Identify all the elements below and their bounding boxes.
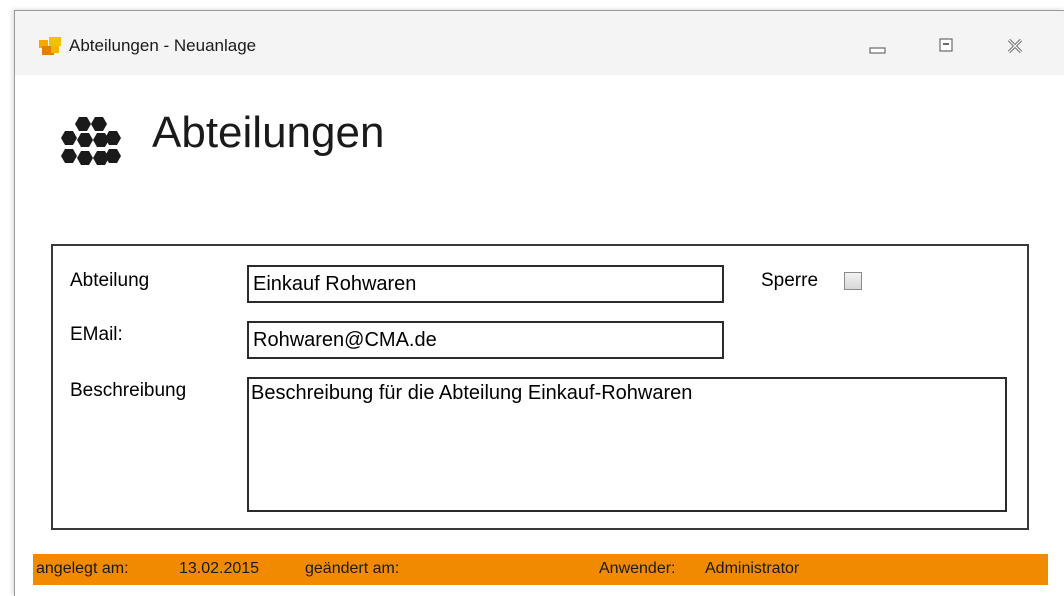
abteilung-label: Abteilung xyxy=(70,270,150,291)
abteilung-input[interactable] xyxy=(247,265,724,303)
page-title: Abteilungen xyxy=(152,108,385,157)
hexagon-cluster-icon xyxy=(59,115,123,169)
client-area: Abteilungen Abteilung Sperre EMail: Besc… xyxy=(33,75,1048,596)
email-input[interactable] xyxy=(247,321,724,359)
user-label: Anwender: xyxy=(599,560,676,577)
minimize-button[interactable] xyxy=(857,31,897,61)
maximize-icon xyxy=(939,38,953,52)
changed-label: geändert am: xyxy=(305,560,400,577)
sperre-label: Sperre xyxy=(761,270,819,291)
email-label: EMail: xyxy=(70,324,123,345)
created-label: angelegt am: xyxy=(36,560,129,577)
close-icon xyxy=(1007,38,1023,54)
window-title: Abteilungen - Neuanlage xyxy=(69,36,257,55)
app-icon xyxy=(39,37,61,55)
beschreibung-textarea[interactable]: Beschreibung für die Abteilung Einkauf-R… xyxy=(247,377,1007,512)
status-bar: angelegt am: 13.02.2015 geändert am: Anw… xyxy=(33,554,1048,585)
sperre-checkbox[interactable] xyxy=(844,272,862,290)
close-button[interactable] xyxy=(995,31,1035,61)
beschreibung-label: Beschreibung xyxy=(70,380,187,401)
title-bar[interactable]: Abteilungen - Neuanlage xyxy=(15,11,1064,75)
maximize-button[interactable] xyxy=(927,31,967,61)
user-value: Administrator xyxy=(705,560,800,577)
dialog-window: Abteilungen - Neuanlage Abteilungen Abte… xyxy=(14,10,1064,596)
form-group: Abteilung Sperre EMail: Beschreibung Bes… xyxy=(51,244,1029,530)
minimize-icon xyxy=(869,47,886,54)
created-value: 13.02.2015 xyxy=(179,560,260,577)
